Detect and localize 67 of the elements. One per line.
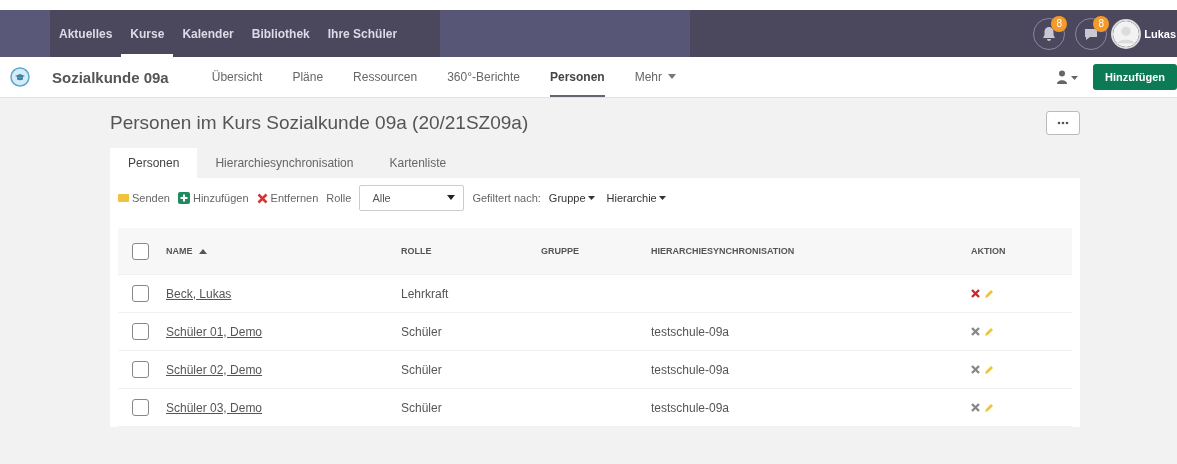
column-header[interactable]: AKTION	[971, 246, 1006, 256]
person-link[interactable]: Schüler 03, Demo	[166, 400, 263, 415]
course-nav-item[interactable]: Pläne	[292, 57, 324, 97]
top-nav-item[interactable]: Kalender	[173, 10, 243, 57]
row-checkbox[interactable]	[132, 285, 149, 302]
sort-ascending-icon	[198, 248, 207, 254]
filter-label: Gefiltert nach:	[472, 192, 541, 204]
plus-icon	[177, 192, 190, 204]
remove-icon[interactable]	[971, 365, 980, 374]
filter-dropdown[interactable]: Hierarchie	[606, 192, 666, 204]
remove-icon[interactable]	[971, 327, 980, 336]
person-link[interactable]: Schüler 01, Demo	[166, 324, 263, 339]
graduation-cap-icon	[10, 67, 30, 87]
person-link[interactable]: Beck, Lukas	[166, 286, 232, 301]
course-nav-item[interactable]: Übersicht	[211, 57, 263, 97]
course-nav-item[interactable]: 360°-Berichte	[447, 57, 520, 97]
table-cell: Schüler	[401, 324, 442, 339]
table-cell: testschule-09a	[651, 362, 730, 377]
add-person-button[interactable]: Hinzufügen	[177, 192, 249, 204]
envelope-icon	[118, 194, 129, 202]
top-nav-item[interactable]: Bibliothek	[242, 10, 319, 57]
user-name[interactable]: Lukas	[1144, 27, 1176, 40]
course-nav-item[interactable]: Ressourcen	[353, 57, 418, 97]
cross-icon	[256, 192, 268, 204]
page-title: Personen im Kurs Sozialkunde 09a (20/21SZ09a)	[110, 112, 529, 134]
column-header[interactable]: ROLLE	[401, 246, 432, 256]
remove-icon[interactable]	[971, 403, 980, 412]
remove-button[interactable]: Entfernen	[256, 192, 319, 204]
ellipsis-icon	[1057, 121, 1069, 125]
column-header[interactable]: GRUPPE	[541, 246, 579, 256]
select-all-checkbox[interactable]	[132, 242, 149, 260]
row-checkbox[interactable]	[132, 361, 149, 378]
more-options-button[interactable]	[1046, 111, 1080, 135]
course-nav-item[interactable]: Personen	[550, 57, 605, 97]
course-title: Sozialkunde 09a	[52, 68, 169, 86]
course-nav-item[interactable]: Mehr	[634, 57, 676, 97]
tab[interactable]: Hierarchiesynchronisation	[197, 148, 372, 178]
filter-dropdown[interactable]: Gruppe	[548, 192, 595, 204]
caret-icon	[447, 195, 456, 201]
table-cell: Schüler	[401, 400, 442, 415]
avatar-icon[interactable]	[1111, 18, 1142, 49]
remove-icon[interactable]	[971, 289, 980, 298]
person-link[interactable]: Schüler 02, Demo	[166, 362, 263, 377]
send-button[interactable]: Senden	[118, 192, 170, 204]
notification-count: 8	[1051, 15, 1068, 32]
add-button[interactable]: Hinzufügen	[1093, 64, 1177, 90]
role-select[interactable]: Alle	[359, 185, 465, 211]
table-cell: Lehrkraft	[401, 286, 449, 301]
row-checkbox[interactable]	[132, 323, 149, 340]
caret-icon	[658, 195, 666, 201]
tab[interactable]: Kartenliste	[371, 148, 465, 178]
table-cell: testschule-09a	[651, 400, 730, 415]
tab[interactable]: Personen	[110, 148, 198, 178]
table-cell: testschule-09a	[651, 324, 730, 339]
message-count: 8	[1093, 15, 1110, 32]
role-label: Rolle	[326, 192, 352, 204]
column-header[interactable]: HIERARCHIESYNCHRONISATION	[651, 246, 795, 256]
caret-icon	[668, 74, 676, 80]
top-nav-item[interactable]: Ihre Schüler	[318, 10, 407, 57]
row-checkbox[interactable]	[132, 399, 149, 416]
caret-icon	[587, 195, 595, 201]
person-dropdown-icon[interactable]	[1057, 70, 1080, 84]
column-header[interactable]: NAME	[166, 246, 207, 256]
logo-area	[0, 10, 50, 57]
bell-icon	[1041, 25, 1058, 42]
top-nav-item[interactable]: Aktuelles	[50, 10, 122, 57]
table-cell: Schüler	[401, 362, 442, 377]
